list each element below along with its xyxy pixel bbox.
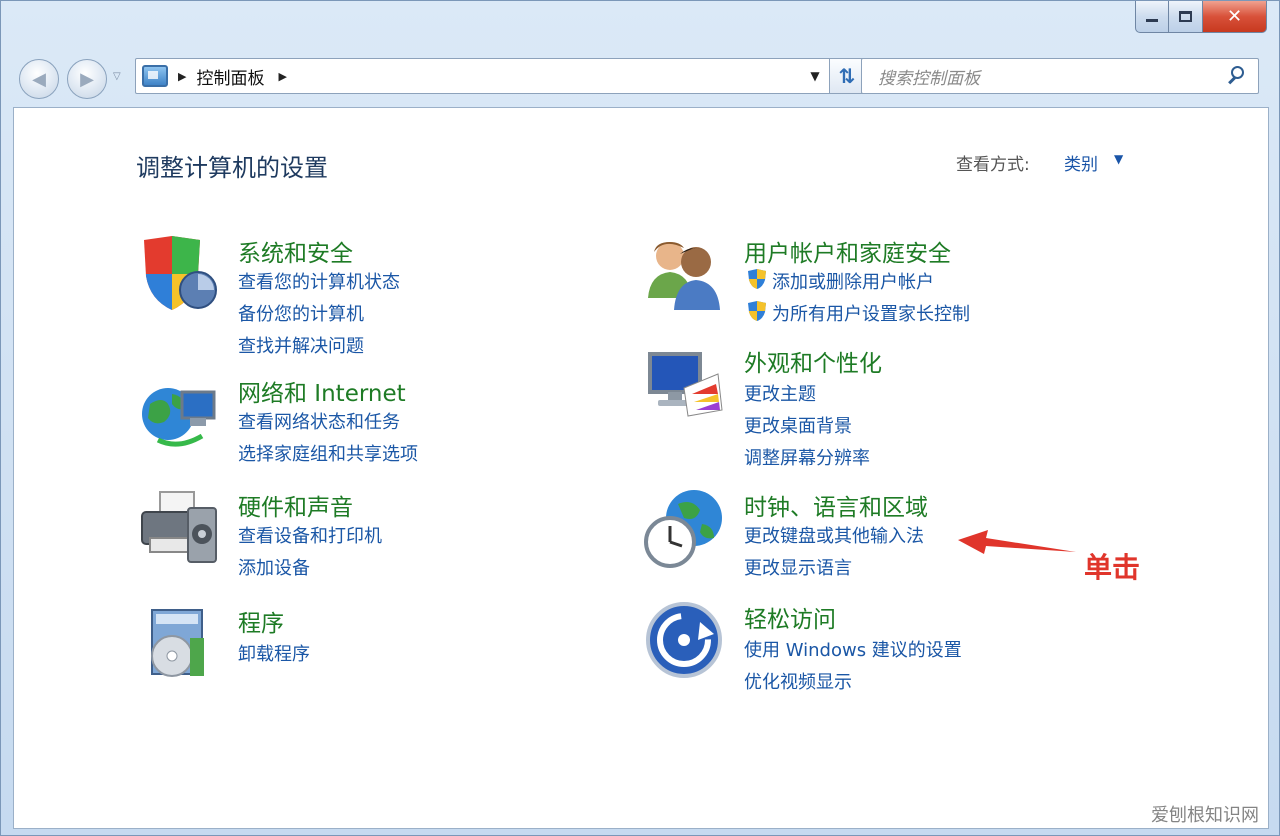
uac-shield-icon [748,301,766,321]
category-title[interactable]: 系统和安全 [238,234,353,268]
users-icon[interactable] [644,234,726,316]
category-title[interactable]: 用户帐户和家庭安全 [744,234,951,268]
search-box[interactable]: 搜索控制面板 [861,58,1259,94]
annotation-arrow-icon [958,530,1076,554]
link-parental-controls[interactable]: 为所有用户设置家长控制 [772,300,970,326]
page-title: 调整计算机的设置 [136,154,328,182]
category-title[interactable]: 时钟、语言和区域 [744,488,928,522]
annotation-label: 单击 [1084,551,1141,584]
control-panel-icon [142,65,168,87]
maximize-icon [1179,11,1192,22]
search-input[interactable]: 搜索控制面板 [878,64,1222,89]
link-network-status[interactable]: 查看网络状态和任务 [238,408,400,434]
category-title[interactable]: 外观和个性化 [744,344,882,378]
refresh-button[interactable]: ⇅ [829,58,865,94]
link-optimize-visual-display[interactable]: 优化视频显示 [744,668,852,694]
address-dropdown-button[interactable]: ▼ [800,59,830,93]
link-windows-suggested-settings[interactable]: 使用 Windows 建议的设置 [744,636,962,662]
navigation-bar: ◀ ▶ ▽ ▶ 控制面板 ▶ ▼ ⇅ 搜索控制面板 [17,55,1267,99]
forward-button[interactable]: ▶ [67,59,107,99]
clock-globe-icon[interactable] [644,488,726,570]
breadcrumb-control-panel[interactable]: 控制面板 [196,64,264,89]
back-arrow-icon: ◀ [32,68,46,90]
link-change-background[interactable]: 更改桌面背景 [744,412,852,438]
close-button[interactable]: ✕ [1203,1,1267,33]
category-title[interactable]: 网络和 Internet [238,374,406,408]
recent-pages-dropdown[interactable]: ▽ [113,71,121,82]
printer-icon[interactable] [138,488,220,570]
chevron-down-icon[interactable]: ▼ [1114,152,1123,166]
monitor-paint-icon[interactable] [644,344,726,426]
uac-shield-icon [748,269,766,289]
refresh-icon: ⇅ [838,64,856,88]
forward-arrow-icon: ▶ [80,68,94,90]
link-view-computer-status[interactable]: 查看您的计算机状态 [238,268,400,294]
link-homegroup-sharing[interactable]: 选择家庭组和共享选项 [238,440,418,466]
minimize-button[interactable] [1135,1,1169,33]
category-title[interactable]: 轻松访问 [744,600,836,634]
ease-of-access-icon[interactable] [644,600,726,682]
link-screen-resolution[interactable]: 调整屏幕分辨率 [744,444,870,470]
breadcrumb-separator-icon[interactable]: ▶ [178,70,186,83]
link-change-theme[interactable]: 更改主题 [744,380,816,406]
maximize-button[interactable] [1169,1,1203,33]
caption-buttons: ✕ [1135,1,1267,33]
link-add-device[interactable]: 添加设备 [238,554,310,580]
close-icon: ✕ [1226,6,1243,27]
control-panel-window: ✕ ◀ ▶ ▽ ▶ 控制面板 ▶ ▼ ⇅ 搜索控制面板 调整计算机的设置 查看方… [0,0,1280,836]
minimize-icon [1146,19,1158,22]
back-button[interactable]: ◀ [19,59,59,99]
category-title[interactable]: 程序 [238,604,284,638]
security-shield-icon[interactable] [138,234,220,316]
breadcrumb-separator-icon[interactable]: ▶ [278,70,286,83]
link-devices-printers[interactable]: 查看设备和打印机 [238,522,382,548]
link-uninstall-program[interactable]: 卸载程序 [238,640,310,666]
link-troubleshoot[interactable]: 查找并解决问题 [238,332,364,358]
watermark: 爱刨根知识网 [1151,805,1259,826]
chevron-down-icon: ▼ [810,69,820,83]
view-by-label: 查看方式: [956,155,1030,175]
search-icon[interactable] [1222,61,1252,91]
programs-box-icon[interactable] [138,604,220,686]
network-globe-icon[interactable] [138,374,220,456]
link-add-remove-accounts[interactable]: 添加或删除用户帐户 [772,268,934,294]
link-change-keyboard-input[interactable]: 更改键盘或其他输入法 [744,522,924,548]
address-bar[interactable]: ▶ 控制面板 ▶ ▼ [135,58,831,94]
link-change-display-language[interactable]: 更改显示语言 [744,554,852,580]
category-title[interactable]: 硬件和声音 [238,488,353,522]
view-by-selector[interactable]: 类别 [1064,150,1098,175]
content-pane: 调整计算机的设置 查看方式: 类别 ▼ 系统和安全 查看您的计算机状态 备份您的… [13,107,1269,829]
link-backup-computer[interactable]: 备份您的计算机 [238,300,364,326]
